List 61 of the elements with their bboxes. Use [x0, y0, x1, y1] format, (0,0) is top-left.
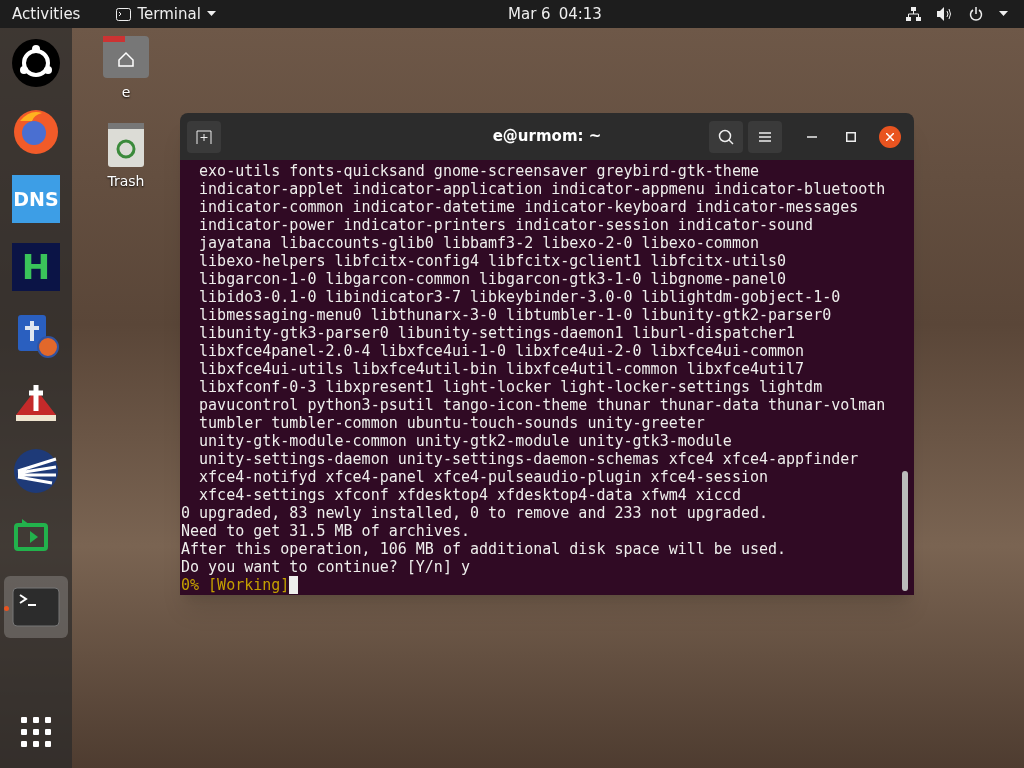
search-icon: [718, 128, 734, 145]
search-button[interactable]: [709, 120, 743, 153]
terminal-line: Do you want to continue? [Y/n] y: [181, 558, 470, 576]
close-button[interactable]: [879, 125, 901, 148]
new-tab-icon: [196, 129, 212, 144]
caret-icon[interactable]: [999, 11, 1008, 17]
progress-text: 0% [Working]: [181, 576, 290, 594]
minimize-icon: [807, 135, 817, 138]
striped-globe-icon: [12, 447, 60, 495]
tile-label: H: [21, 245, 51, 289]
terminal-line: After this operation, 106 MB of additional disk space will be used.: [181, 540, 787, 558]
menu-button[interactable]: [748, 120, 782, 153]
ubuntu-logo-icon: [12, 39, 60, 87]
terminal-line: libunity-gtk3-parser0 libunity-settings-daemon1 liburl-dispatcher1: [198, 324, 796, 342]
desktop-icon-label[interactable]: Trash: [107, 171, 145, 192]
terminal-line: libxfce4panel-2.0-4 libxfce4ui-1-0 libxfce4ui-2-0 libxfce4ui-common: [198, 342, 805, 360]
desktop-icon-label[interactable]: e: [121, 82, 131, 103]
time-text: 04:13: [558, 3, 602, 25]
terminal-line: libexo-helpers libfcitx-config4 libfcitx-gclient1 libfcitx-utils0: [198, 252, 787, 270]
network-icon[interactable]: [906, 7, 921, 21]
menu-icon: [759, 131, 771, 142]
terminal-line: libmessaging-menu0 libthunarx-3-0 libtumbler-1-0 libunity-gtk2-parser0: [198, 306, 832, 324]
running-indicator: [4, 606, 9, 611]
terminal-line: jayatana libaccounts-glib0 libbamf3-2 libexo-2-0 libexo-common: [198, 234, 759, 252]
tile-label: DNS: [13, 186, 59, 212]
terminal-line: 0 upgraded, 83 newly installed, 0 to remove and 233 not upgraded.: [181, 504, 768, 522]
activities-button[interactable]: Activities: [12, 2, 81, 26]
terminal-line: libxfconf-0-3 libxpresent1 light-locker light-locker-settings lightdm: [198, 378, 823, 396]
dock-item[interactable]: H: [4, 236, 68, 298]
clock[interactable]: Mar 6 04:13: [508, 2, 602, 26]
app-menu[interactable]: Terminal: [116, 2, 216, 26]
terminal-line: libgarcon-1-0 libgarcon-common libgarcon-gtk3-1-0 libgnome-panel0: [198, 270, 787, 288]
terminal-line: libido3-0.1-0 libindicator3-7 libkeybinder-3.0-0 liblightdm-gobject-1-0: [198, 288, 841, 306]
fox-globe-icon: [12, 107, 60, 155]
terminal-line: exo-utils fonts-quicksand gnome-screensaver greybird-gtk-theme: [198, 162, 759, 180]
terminal-line: libxfce4ui-utils libxfce4util-bin libxfce4util-common libxfce4util7: [198, 360, 805, 378]
terminal-line: indicator-applet indicator-application indicator-appmenu indicator-bluetooth: [198, 180, 886, 198]
terminal-line: xfce4-settings xfconf xfdesktop4 xfdesktop4-data xfwm4 xiccd: [198, 486, 741, 504]
terminal-line: tumbler tumbler-common ubuntu-touch-sounds unity-greeter: [198, 414, 705, 432]
caret-icon: [206, 11, 216, 17]
text-cursor: [289, 576, 299, 594]
date-text: Mar 6: [508, 3, 551, 25]
volume-icon[interactable]: [937, 7, 953, 21]
terminal-line: xfce4-notifyd xfce4-panel xfce4-pulseaudio-plugin xfce4-session: [198, 468, 768, 486]
terminal-line: pavucontrol python3-psutil tango-icon-theme thunar thunar-data thunar-volman: [198, 396, 886, 414]
trash-icon[interactable]: [108, 123, 144, 167]
terminal-line: Need to get 31.5 MB of archives.: [181, 522, 470, 540]
maximize-icon: [846, 131, 856, 142]
terminal-line: indicator-common indicator-datetime indicator-keyboard indicator-messages: [198, 198, 859, 216]
terminal-icon: [12, 587, 60, 627]
terminal-line: indicator-power indicator-printers indicator-session indicator-sound: [198, 216, 814, 234]
terminal-line: unity-gtk-module-common unity-gtk2-module unity-gtk3-module: [198, 432, 732, 450]
app-grid-icon: [21, 717, 51, 747]
scrollbar-thumb[interactable]: [902, 471, 908, 591]
power-icon[interactable]: [969, 7, 983, 21]
terminal-line: unity-settings-daemon unity-settings-daemon-schemas xfce4 xfce4-appfinder: [198, 450, 859, 468]
close-icon: [886, 132, 894, 141]
new-tab-button[interactable]: [187, 120, 221, 153]
terminal-icon: [116, 7, 132, 21]
window-title: e@urmom: ~: [492, 126, 602, 148]
home-folder-icon[interactable]: [103, 36, 149, 78]
